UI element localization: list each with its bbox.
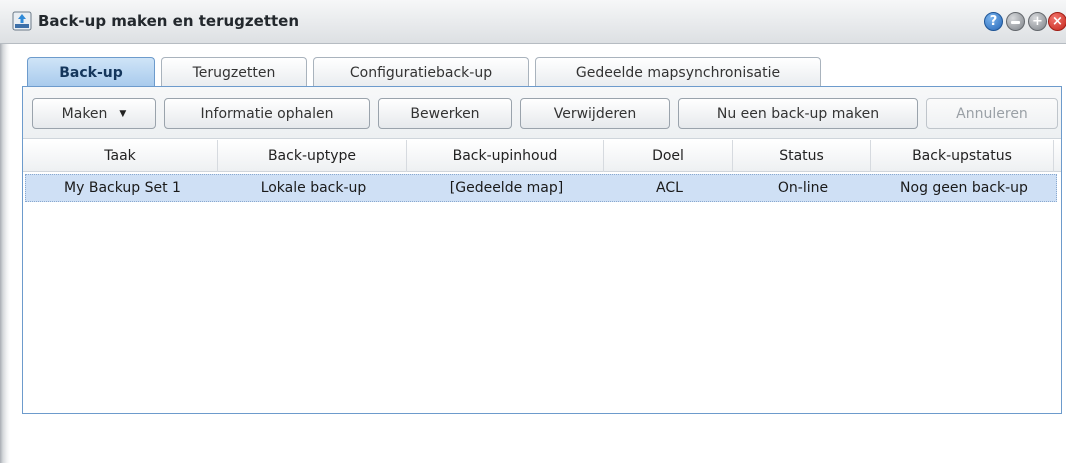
backup-now-button[interactable]: Nu een back-up maken [678, 98, 918, 129]
window-shadow [0, 0, 10, 463]
minimize-icon [1011, 21, 1020, 24]
column-header-status[interactable]: Status [733, 140, 871, 172]
table-header: Taak Back-uptype Back-upinhoud Doel Stat… [23, 140, 1061, 172]
toolbar: Maken ▼ Informatie ophalen Bewerken Verw… [23, 87, 1061, 139]
column-header-backup-status[interactable]: Back-upstatus [871, 140, 1054, 172]
cell-content: [Gedeelde map] [449, 180, 564, 196]
cell-backup-status: Nog geen back-up [900, 180, 1028, 196]
help-button[interactable]: ? [984, 12, 1003, 31]
cell-task: My Backup Set 1 [64, 180, 181, 196]
backup-app-icon [12, 11, 32, 31]
tab-backup[interactable]: Back-up [27, 57, 155, 88]
cell-target: ACL [656, 180, 683, 196]
cell-type: Lokale back-up [260, 180, 367, 196]
column-header-content[interactable]: Back-upinhoud [407, 140, 604, 172]
cell-status: On-line [777, 180, 829, 196]
tab-shared-folder-sync[interactable]: Gedeelde mapsynchronisatie [535, 57, 821, 87]
column-header-type[interactable]: Back-uptype [218, 140, 407, 172]
create-button[interactable]: Maken ▼ [32, 98, 156, 129]
column-header-task[interactable]: Taak [23, 140, 218, 172]
table-row[interactable]: My Backup Set 1 Lokale back-up [Gedeelde… [25, 174, 1057, 202]
title-bar[interactable]: Back-up maken en terugzetten ? + × [0, 0, 1066, 44]
tab-restore[interactable]: Terugzetten [161, 57, 307, 87]
close-button[interactable]: × [1048, 12, 1066, 31]
window-title: Back-up maken en terugzetten [38, 12, 300, 30]
backup-panel: Maken ▼ Informatie ophalen Bewerken Verw… [22, 86, 1062, 414]
maximize-button[interactable]: + [1028, 12, 1047, 31]
chevron-down-icon: ▼ [119, 108, 127, 119]
cancel-button[interactable]: Annuleren [926, 98, 1058, 129]
column-header-target[interactable]: Doel [604, 140, 733, 172]
tab-config-backup[interactable]: Configuratieback-up [313, 57, 529, 87]
create-button-label: Maken [61, 105, 108, 122]
backup-window: Back-up maken en terugzetten ? + × Back-… [0, 0, 1066, 463]
delete-button[interactable]: Verwijderen [520, 98, 670, 129]
edit-button[interactable]: Bewerken [378, 98, 512, 129]
info-button[interactable]: Informatie ophalen [164, 98, 370, 129]
minimize-button[interactable] [1006, 12, 1025, 31]
